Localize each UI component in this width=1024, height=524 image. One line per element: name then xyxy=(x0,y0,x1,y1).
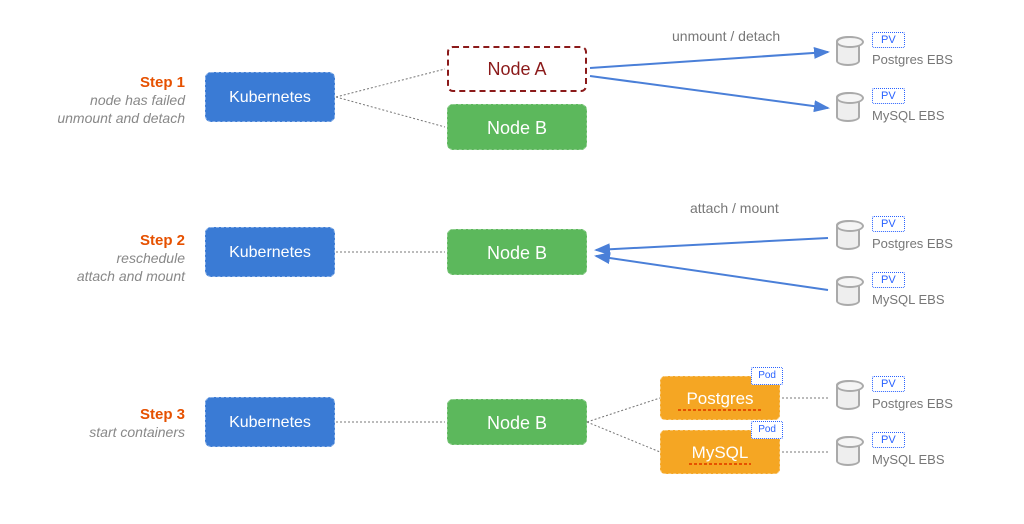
step-3-row: Step 3 start containers Kubernetes Node … xyxy=(0,368,1024,518)
pv-badge: PV xyxy=(872,376,905,392)
mysql-pod-label: MySQL xyxy=(692,443,749,462)
step-1-row: Step 1 node has failed unmount and detac… xyxy=(0,28,1024,178)
pv-badge: PV xyxy=(872,88,905,104)
underline-icon xyxy=(689,463,750,465)
kubernetes-box-3: Kubernetes xyxy=(205,397,335,447)
step-2-title: Step 2 xyxy=(0,232,185,249)
step-1-title: Step 1 xyxy=(0,74,185,91)
step-1-sub-1: node has failed xyxy=(0,91,185,109)
database-icon xyxy=(836,92,860,122)
pv-label-mysql-3: MySQL EBS xyxy=(872,452,944,467)
pv-label-mysql-1: MySQL EBS xyxy=(872,108,944,123)
database-icon xyxy=(836,380,860,410)
step-2-operation-label: attach / mount xyxy=(690,200,779,216)
postgres-pod-label: Postgres xyxy=(686,389,753,408)
step-2-label: Step 2 reschedule attach and mount xyxy=(0,232,185,285)
mysql-pod: MySQL Pod xyxy=(660,430,780,474)
pv-label-mysql-2: MySQL EBS xyxy=(872,292,944,307)
pv-badge: PV xyxy=(872,32,905,48)
pv-badge: PV xyxy=(872,216,905,232)
step-3-sub-1: start containers xyxy=(0,423,185,441)
pod-badge: Pod xyxy=(751,367,783,385)
underline-icon xyxy=(678,409,763,411)
pv-badge: PV xyxy=(872,432,905,448)
step-3-label: Step 3 start containers xyxy=(0,406,185,441)
node-b-box-2: Node B xyxy=(447,229,587,275)
step-1-label: Step 1 node has failed unmount and detac… xyxy=(0,74,185,127)
database-icon xyxy=(836,276,860,306)
pv-label-postgres-2: Postgres EBS xyxy=(872,236,953,251)
node-b-box-1: Node B xyxy=(447,104,587,150)
pv-label-postgres-1: Postgres EBS xyxy=(872,52,953,67)
database-icon xyxy=(836,220,860,250)
step-3-title: Step 3 xyxy=(0,406,185,423)
pv-badge: PV xyxy=(872,272,905,288)
kubernetes-box-1: Kubernetes xyxy=(205,72,335,122)
postgres-pod: Postgres Pod xyxy=(660,376,780,420)
pod-badge: Pod xyxy=(751,421,783,439)
step-2-row: Step 2 reschedule attach and mount Kuber… xyxy=(0,200,1024,350)
step-2-sub-2: attach and mount xyxy=(0,267,185,285)
database-icon xyxy=(836,36,860,66)
step-1-sub-2: unmount and detach xyxy=(0,109,185,127)
node-a-box: Node A xyxy=(447,46,587,92)
pv-label-postgres-3: Postgres EBS xyxy=(872,396,953,411)
database-icon xyxy=(836,436,860,466)
step-1-operation-label: unmount / detach xyxy=(672,28,780,44)
node-b-box-3: Node B xyxy=(447,399,587,445)
kubernetes-box-2: Kubernetes xyxy=(205,227,335,277)
step-2-sub-1: reschedule xyxy=(0,249,185,267)
